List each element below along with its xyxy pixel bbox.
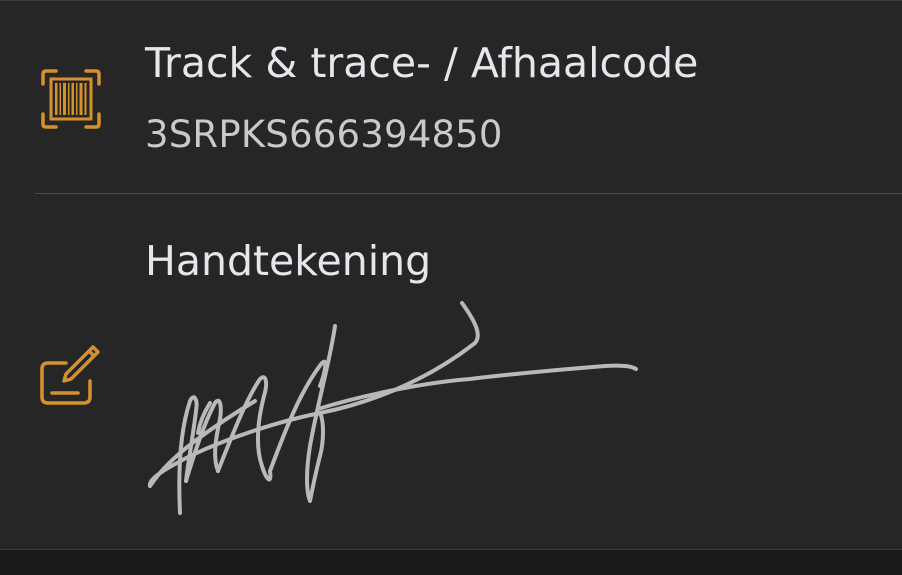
delivery-details-card: Track & trace- / Afhaalcode 3SRPKS666394…	[0, 0, 902, 550]
tracking-title: Track & trace- / Afhaalcode	[145, 39, 699, 87]
tracking-code-value: 3SRPKS666394850	[145, 113, 503, 156]
tracking-code-row: Track & trace- / Afhaalcode 3SRPKS666394…	[0, 1, 902, 193]
signature-title: Handtekening	[145, 237, 432, 285]
edit-signature-icon	[40, 345, 100, 405]
barcode-scan-icon	[41, 69, 101, 129]
signature-image	[147, 301, 638, 515]
